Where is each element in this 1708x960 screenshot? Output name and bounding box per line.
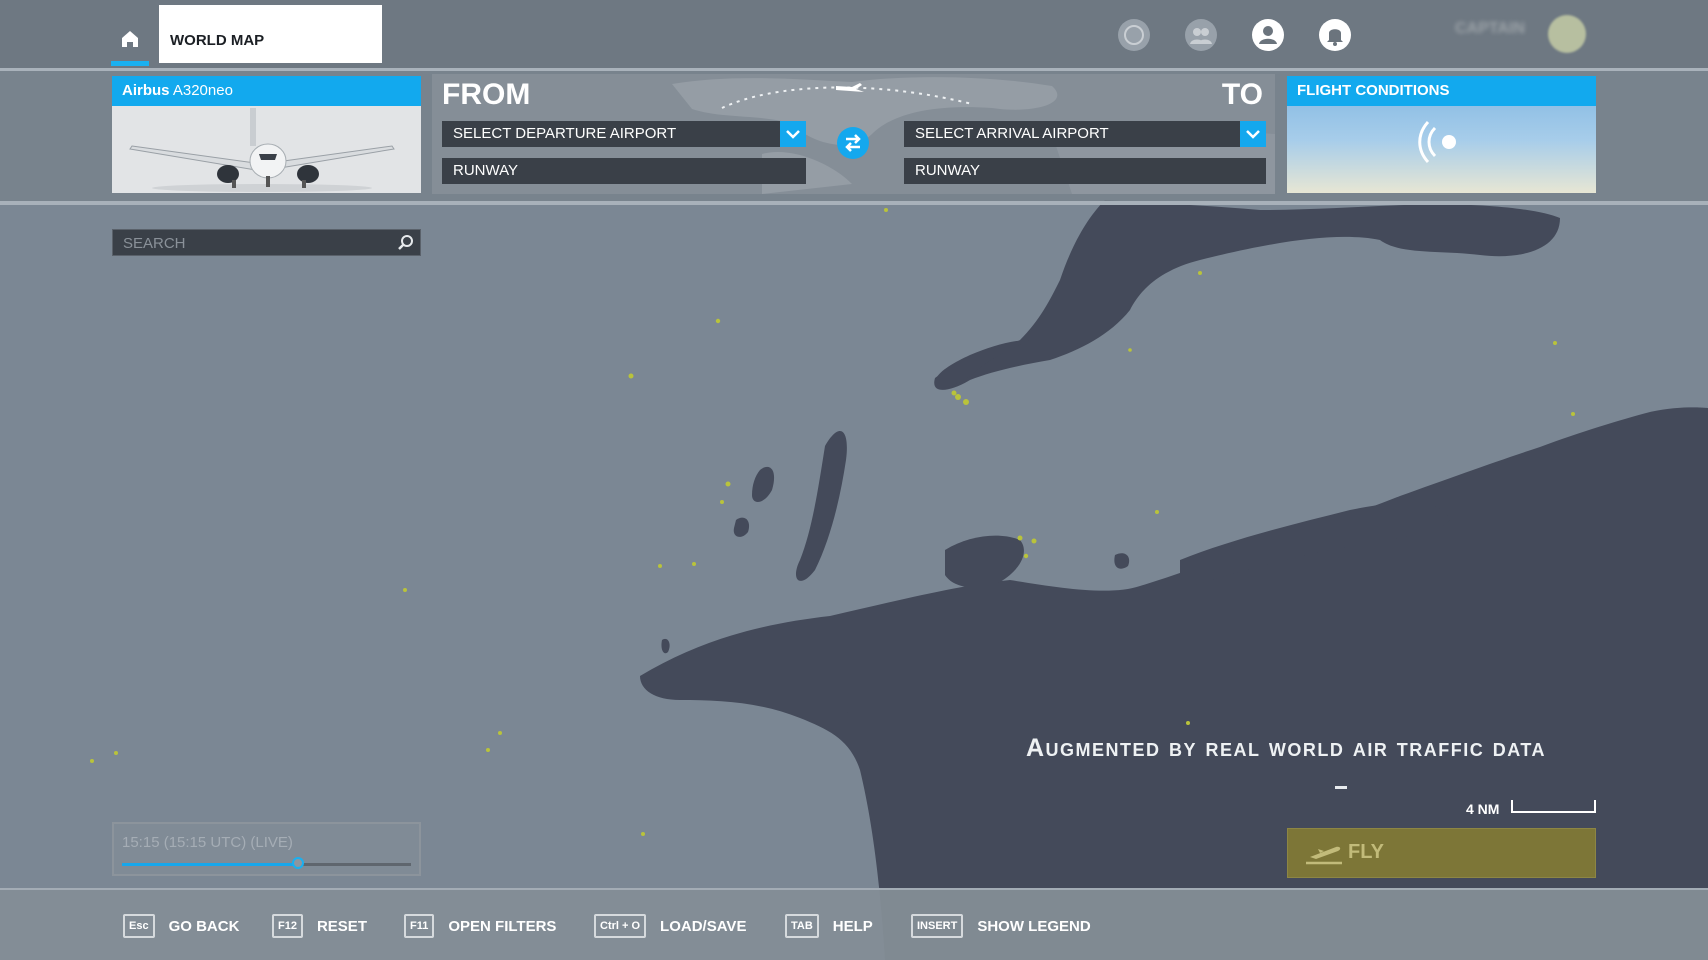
time-slider-handle[interactable] [292, 857, 305, 869]
chevron-down-icon [1246, 130, 1260, 139]
tab-world-map[interactable]: WORLD MAP [159, 5, 382, 63]
community-icon[interactable] [1183, 17, 1219, 53]
go-back-shortcut[interactable]: Esc GO BACK [123, 914, 240, 938]
air-traffic-tagline: Augmented by real world air traffic data [1026, 734, 1547, 762]
f12-key: F12 [272, 914, 303, 938]
load-save-label: LOAD/SAVE [660, 917, 747, 935]
avatar[interactable] [1548, 15, 1586, 53]
tagline-divider [1335, 786, 1347, 789]
load-save-shortcut[interactable]: Ctrl + O LOAD/SAVE [594, 914, 747, 938]
active-tab-indicator [111, 61, 149, 66]
aircraft-model: A320neo [172, 82, 233, 99]
search-input[interactable] [113, 230, 395, 257]
notifications-icon[interactable] [1317, 17, 1353, 53]
airplane-image [112, 106, 421, 193]
map-scale-bar [1511, 800, 1596, 813]
compass-icon[interactable] [1116, 17, 1152, 53]
fly-label: FLY [1348, 841, 1384, 863]
time-slider[interactable] [122, 857, 411, 869]
search-icon[interactable] [396, 233, 416, 253]
esc-key: Esc [123, 914, 155, 938]
show-legend-label: SHOW LEGEND [977, 917, 1091, 935]
open-filters-shortcut[interactable]: F11 OPEN FILTERS [404, 914, 557, 938]
footer-shortcuts: Esc GO BACK F12 RESET F11 OPEN FILTERS C… [0, 888, 1708, 960]
aircraft-selection-card[interactable]: Airbus A320neo [112, 76, 421, 193]
island-south-2 [661, 638, 670, 654]
arrival-runway-select[interactable]: RUNWAY [904, 158, 1266, 184]
open-filters-label: OPEN FILTERS [448, 917, 557, 935]
reset-shortcut[interactable]: F12 RESET [272, 914, 367, 938]
top-bar: WORLD MAP CAPTAIN [0, 0, 1708, 71]
flight-conditions-title: FLIGHT CONDITIONS [1287, 76, 1596, 106]
aircraft-make: Airbus [122, 82, 170, 99]
arrival-dropdown-button[interactable] [1240, 121, 1266, 147]
chevron-down-icon [786, 130, 800, 139]
f11-key: F11 [404, 914, 435, 938]
insert-key: INSERT [911, 914, 964, 938]
help-label: HELP [832, 917, 873, 935]
departure-airport-label: SELECT DEPARTURE AIRPORT [453, 125, 677, 142]
home-tab[interactable] [108, 18, 152, 66]
time-slider-fill [122, 863, 299, 866]
help-shortcut[interactable]: TAB HELP [785, 914, 873, 938]
aircraft-title: Airbus A320neo [112, 76, 421, 106]
to-label: TO [1221, 78, 1263, 111]
reset-label: RESET [316, 917, 367, 935]
from-label: FROM [442, 78, 531, 111]
ctrl-o-key: Ctrl + O [594, 914, 647, 938]
arrival-airport-label: SELECT ARRIVAL AIRPORT [915, 125, 1109, 142]
live-weather-icon [1418, 120, 1456, 164]
map-scale: 4 NM [1466, 800, 1598, 820]
flight-setup-header: Airbus A320neo FROM TO SELECT DEPARTURE … [0, 71, 1708, 205]
departure-dropdown-button[interactable] [780, 121, 806, 147]
swap-airports-button[interactable] [837, 127, 869, 159]
pilot-name[interactable]: CAPTAIN [1455, 20, 1525, 38]
map-search [112, 229, 421, 257]
profile-icon[interactable] [1250, 17, 1286, 53]
show-legend-shortcut[interactable]: INSERT SHOW LEGEND [911, 914, 1091, 938]
arrival-airport-select[interactable]: SELECT ARRIVAL AIRPORT [904, 121, 1266, 147]
time-label: 15:15 (15:15 UTC) (LIVE) [122, 834, 293, 851]
tab-key: TAB [785, 914, 819, 938]
flight-conditions-card[interactable]: FLIGHT CONDITIONS [1287, 76, 1596, 193]
departure-runway-select[interactable]: RUNWAY [442, 158, 806, 184]
swap-arrows-icon [845, 134, 861, 152]
takeoff-icon [1306, 846, 1342, 865]
world-map-screen: WORLD MAP CAPTAIN Airbus A320neo FROM TO… [0, 0, 1708, 960]
home-icon [122, 31, 138, 47]
fly-button[interactable]: FLY [1287, 828, 1596, 878]
map-scale-label: 4 NM [1466, 801, 1500, 817]
time-widget: 15:15 (15:15 UTC) (LIVE) [112, 822, 421, 876]
departure-airport-select[interactable]: SELECT DEPARTURE AIRPORT [442, 121, 806, 147]
go-back-label: GO BACK [168, 917, 240, 935]
island-center-2 [1114, 553, 1130, 569]
route-panel: FROM TO SELECT DEPARTURE AIRPORT RUNWAY … [432, 74, 1275, 194]
